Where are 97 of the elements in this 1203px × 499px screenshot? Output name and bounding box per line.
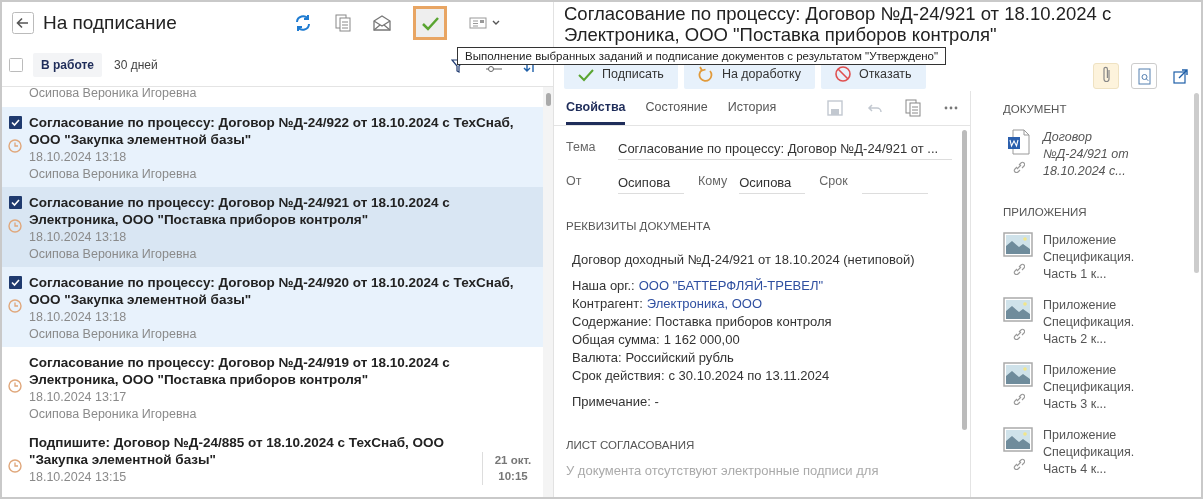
link-icon[interactable]	[1011, 391, 1025, 405]
requisite-label: Контрагент:	[572, 296, 643, 311]
file-name[interactable]: Приложение Спецификация. Часть 3 к...	[1043, 362, 1143, 413]
requisite-label: Валюта:	[572, 350, 622, 365]
task-date: 18.10.2024 13:17	[29, 389, 128, 405]
clock-icon	[8, 139, 22, 153]
task-title: Согласование по процессу: Договор №Д-24/920 от 18.10.2024 с ТехСнаб, ООО "Закупка элементной базы"	[29, 274, 515, 308]
from-field[interactable]: Осипова	[618, 175, 684, 194]
select-all-checkbox[interactable]	[9, 58, 23, 72]
task-title: Согласование по процессу: Договор №Д-24/922 от 18.10.2024 с ТехСнаб, ООО "Закупка элементной базы"	[29, 114, 515, 148]
sign-button[interactable]	[413, 6, 447, 40]
requisite-link[interactable]: Электроника, ООО	[646, 296, 762, 311]
requisite-value: Поставка приборов контроля	[655, 314, 832, 329]
field-label: Кому	[697, 174, 729, 190]
file-name[interactable]: Приложение Спецификация. Часть 2 к...	[1043, 297, 1143, 348]
task-author: Осипова Вероника Игоревна	[29, 87, 198, 101]
task-date: 18.10.2024 13:18	[29, 149, 128, 165]
image-file-icon[interactable]	[1003, 232, 1033, 257]
task-date: 18.10.2024 13:18	[29, 309, 128, 325]
file-name[interactable]: Договор №Д-24/921 от 18.10.2024 с...	[1043, 129, 1143, 180]
copy-icon[interactable]	[335, 14, 351, 32]
requisite-label: Наша орг.:	[572, 278, 635, 293]
task-title: Подпишите: Договор №Д-24/885 от 18.10.2024 с ТехСнаб, ООО "Закупка элементной базы"	[29, 434, 445, 468]
field-label: Тема	[566, 140, 597, 156]
back-button[interactable]	[12, 12, 34, 34]
file-name[interactable]: Приложение Спецификация. Часть 1 к...	[1043, 232, 1143, 283]
link-icon[interactable]	[1011, 159, 1025, 173]
requisite-link[interactable]: ООО "БАТТЕРФЛЯЙ-ТРЕВЕЛ"	[638, 278, 824, 293]
envelope-icon[interactable]	[373, 14, 391, 32]
circular-arrow-icon	[697, 66, 714, 82]
tab[interactable]: История	[727, 91, 777, 125]
document-title: Согласование по процессу: Договор №Д-24/921 от 18.10.2024 с Электроника, ООО "Поставка приборов контроля"	[563, 2, 1113, 45]
clock-icon	[8, 219, 22, 233]
task-author: Осипова Вероника Игоревна	[29, 326, 198, 342]
requisite-label: Содержание:	[572, 314, 652, 329]
clock-icon	[8, 299, 22, 313]
link-icon[interactable]	[1011, 456, 1025, 470]
scrollbar-thumb[interactable]	[1194, 93, 1199, 273]
requisite-value: Российский рубль	[625, 350, 734, 365]
task-item[interactable]: Согласование по процессу: Договор №Д-24/921 от 18.10.2024 с Электроника, ООО "Поставка приборов контроля" 18.10.2024 13:18 Осипова Вероника Игоревна	[2, 187, 543, 267]
document-search-icon	[1136, 67, 1152, 85]
task-author: Осипова Вероника Игоревна	[29, 406, 198, 422]
image-file-icon[interactable]	[1003, 427, 1033, 452]
subject-field[interactable]: Согласование по процессу: Договор №Д-24/921 от ...	[618, 141, 952, 160]
task-author: Осипова Вероника Игоревна	[29, 246, 198, 262]
task-item[interactable]: Согласование по процессу: Договор №Д-24/920 от 18.10.2024 с ТехСнаб, ООО "Закупка элементной базы" 18.10.2024 13:18 Осипова Вероника Игоревна	[2, 267, 543, 347]
more-icon[interactable]	[944, 106, 958, 110]
open-external-icon[interactable]	[1173, 68, 1189, 84]
deadline-date: 21 окт.	[493, 453, 533, 468]
prohibited-icon	[834, 66, 851, 82]
preview-button[interactable]	[1131, 63, 1157, 89]
task-date: 18.10.2024 13:18	[29, 229, 128, 245]
image-file-icon[interactable]	[1003, 297, 1033, 322]
filter-tab[interactable]: В работе	[33, 53, 102, 77]
task-author: Осипова Вероника Игоревна	[29, 166, 198, 182]
task-title: Согласование по процессу: Договор №Д-24/919 от 18.10.2024 с Электроника, ООО "Поставка приборов контроля"	[29, 354, 451, 388]
section-heading: РЕКВИЗИТЫ ДОКУМЕНТА	[566, 220, 712, 232]
scrollbar-thumb[interactable]	[546, 93, 551, 106]
section-heading: ЛИСТ СОГЛАСОВАНИЯ	[566, 439, 696, 451]
copy-icon[interactable]	[905, 99, 921, 117]
file-name[interactable]: Приложение Спецификация. Часть 4 к...	[1043, 427, 1143, 478]
tab[interactable]: Свойства	[566, 91, 626, 125]
clock-icon	[8, 379, 22, 393]
requisite-label: Общая сумма:	[572, 332, 660, 347]
requisite-value: 1 162 000,00	[663, 332, 740, 347]
attachment-button[interactable]	[1093, 63, 1119, 89]
task-date: 18.10.2024 13:15	[29, 469, 128, 485]
field-label: Срок	[818, 174, 849, 190]
undo-icon[interactable]	[866, 102, 882, 114]
section-heading: ДОКУМЕНТ	[1003, 103, 1068, 115]
requisite-label: Срок действия:	[572, 368, 665, 383]
refresh-icon[interactable]	[293, 13, 313, 33]
task-checkbox[interactable]	[8, 116, 22, 129]
task-title: Согласование по процессу: Договор №Д-24/921 от 18.10.2024 с Электроника, ООО "Поставка приборов контроля"	[29, 194, 451, 228]
link-icon[interactable]	[1011, 261, 1025, 275]
to-field[interactable]: Осипова	[739, 175, 806, 194]
empty-message: У документа отсутствуют электронные подписи для	[566, 463, 880, 478]
section-heading: ПРИЛОЖЕНИЯ	[1003, 206, 1088, 218]
field-label: От	[566, 174, 583, 190]
note-text: Примечание: -	[572, 394, 660, 409]
requisite-value: с 30.10.2024 по 13.11.2024	[668, 368, 830, 383]
list-title: На подписание	[43, 12, 177, 34]
deadline-time: 10:15	[497, 469, 529, 484]
tooltip: Выполнение выбранных заданий и подписание документов с результатом "Утверждено"	[457, 47, 947, 65]
word-file-icon[interactable]	[1006, 129, 1030, 155]
scrollbar-thumb[interactable]	[962, 130, 967, 430]
link-icon[interactable]	[1011, 326, 1025, 340]
card-dropdown-icon[interactable]	[469, 15, 501, 31]
filter-tab[interactable]: 30 дней	[106, 53, 166, 77]
document-name: Договор доходный №Д-24/921 от 18.10.2024 (нетиповой)	[572, 252, 916, 267]
tab[interactable]: Состояние	[645, 91, 708, 125]
clock-icon	[8, 459, 22, 473]
image-file-icon[interactable]	[1003, 362, 1033, 387]
task-item[interactable]: Согласование по процессу: Договор №Д-24/922 от 18.10.2024 с ТехСнаб, ООО "Закупка элементной базы" 18.10.2024 13:18 Осипова Вероника Игоревна	[2, 107, 543, 187]
task-checkbox[interactable]	[8, 276, 22, 289]
save-icon[interactable]	[827, 100, 843, 116]
task-checkbox[interactable]	[8, 196, 22, 209]
